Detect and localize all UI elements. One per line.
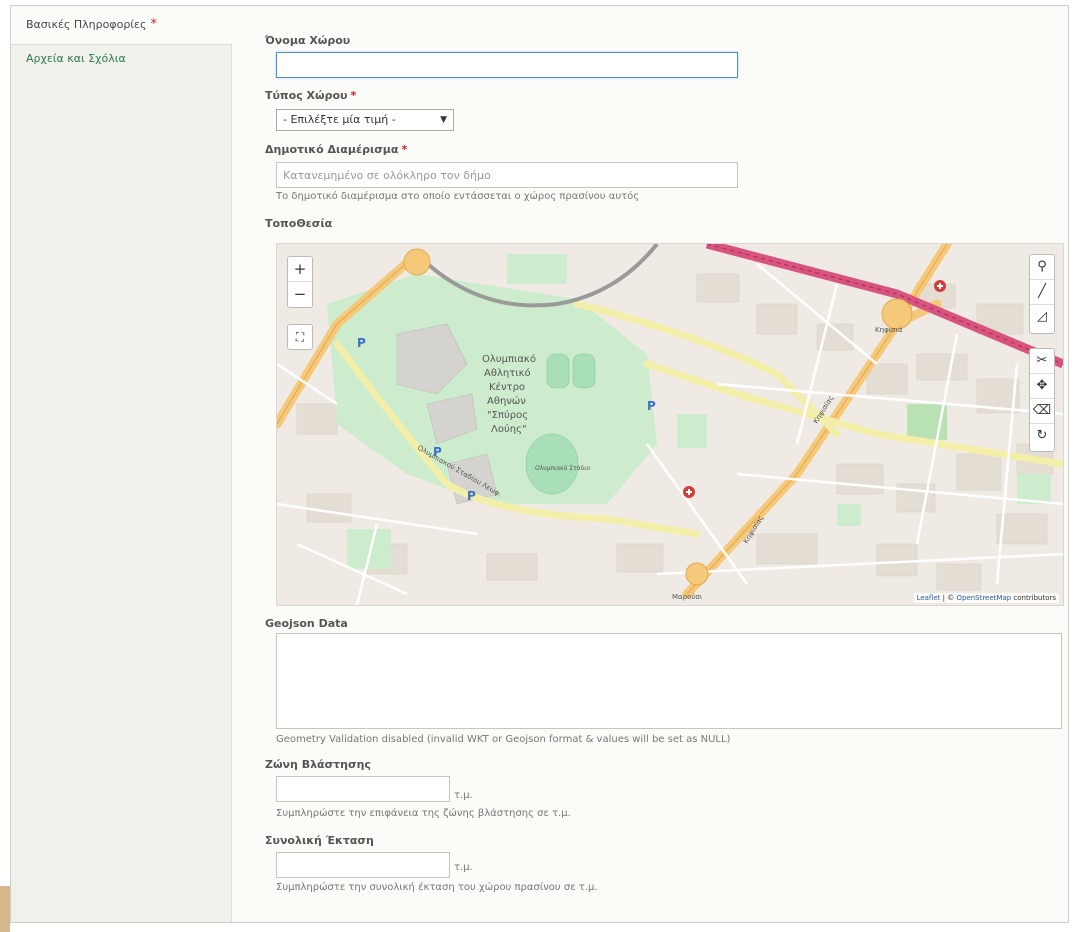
leaflet-link[interactable]: Leaflet [917,594,941,602]
map-label-station: Κηφισιά [875,326,903,334]
geojson-textarea[interactable] [276,633,1062,729]
svg-text:Αθλητικό: Αθλητικό [484,367,531,379]
required-mark: * [150,17,157,32]
map-attribution: Leaflet | © OpenStreetMap contributors [913,593,1059,603]
caret-down-icon: ▼ [440,115,447,125]
geojson-description: Geometry Validation disabled (invalid WK… [276,734,731,745]
growth-zone-description: Συμπληρώστε την επιφάνεια της ζώνης βλάσ… [276,808,571,819]
tab-basic-info[interactable]: Βασικές Πληροφορίες * [11,6,232,45]
total-area-description: Συμπληρώστε την συνολική έκταση του χώρο… [276,882,598,893]
type-label: Τύπος Χώρου * [265,89,357,102]
tab-files-comments[interactable]: Αρχεία και Σχόλια [11,45,231,73]
zoom-in-button[interactable]: + [288,257,312,282]
type-select[interactable]: - Επιλέξτε μία τιμή - ▼ [276,109,454,131]
form-frame: Βασικές Πληροφορίες * Αρχεία και Σχόλια Ό… [10,5,1069,923]
polyline-icon[interactable]: ╱ [1030,280,1054,305]
polygon-icon[interactable]: ◿ [1030,305,1054,329]
growth-zone-label: Ζώνη Βλάστησης [265,758,371,771]
district-description: Το δημοτικό διαμέρισμα στο οποίο εντάσσε… [276,191,640,202]
location-label: ΤοποΘεσία [265,217,333,230]
total-area-input[interactable] [276,852,450,878]
marker-icon[interactable]: ⚲ [1030,255,1054,280]
cut-icon[interactable]: ✂ [1030,349,1054,374]
total-area-unit: τ.μ. [454,862,473,873]
svg-text:"Σπύρος: "Σπύρος [487,409,528,421]
rotate-icon[interactable]: ↻ [1030,424,1054,448]
growth-zone-unit: τ.μ. [454,790,473,801]
eraser-icon[interactable]: ⌫ [1030,399,1054,424]
fullscreen-icon[interactable]: ⛶ [288,325,312,349]
map-label-stadium: Ολυμπιακό [482,353,536,365]
map-label-olympic-stadium: Ολυμπιακό Στάδιο [535,465,590,472]
type-select-value: - Επιλέξτε μία τιμή - [283,113,396,126]
name-input[interactable] [276,52,738,78]
edit-toolbar: ✂ ✥ ⌫ ↻ [1029,348,1055,452]
tab-files-comments-label: Αρχεία και Σχόλια [26,52,126,65]
svg-text:Κέντρο: Κέντρο [489,381,525,393]
tab-basic-info-label: Βασικές Πληροφορίες [26,18,147,31]
svg-text:P: P [647,399,656,413]
svg-text:P: P [467,489,476,503]
district-label: Δημοτικό Διαμέρισμα * [265,143,408,156]
svg-text:Λούης": Λούης" [491,423,527,435]
growth-zone-input[interactable] [276,776,450,802]
decorative-corner [0,886,10,932]
draw-toolbar: ⚲ ╱ ◿ [1029,254,1055,334]
vertical-tabs: Βασικές Πληροφορίες * Αρχεία και Σχόλια [11,6,232,922]
fullscreen-control: ⛶ [287,324,313,350]
zoom-out-button[interactable]: − [288,282,312,306]
geojson-label: Geojson Data [265,617,348,630]
map-label-road-3: Μαρούσι [672,593,703,601]
move-icon[interactable]: ✥ [1030,374,1054,399]
parking-icon: P [357,336,366,350]
map-tiles: Ολυμπιακό Αθλητικό Κέντρο Αθηνών "Σπύρος… [277,244,1063,605]
name-label: Όνομα Χώρου [265,34,351,47]
total-area-label: Συνολική Έκταση [265,834,374,847]
svg-text:Αθηνών: Αθηνών [487,395,526,407]
zoom-control: + − [287,256,313,308]
location-map[interactable]: Ολυμπιακό Αθλητικό Κέντρο Αθηνών "Σπύρος… [276,243,1064,606]
svg-text:P: P [433,445,442,459]
district-input[interactable] [276,162,738,188]
osm-link[interactable]: OpenStreetMap [956,594,1011,602]
